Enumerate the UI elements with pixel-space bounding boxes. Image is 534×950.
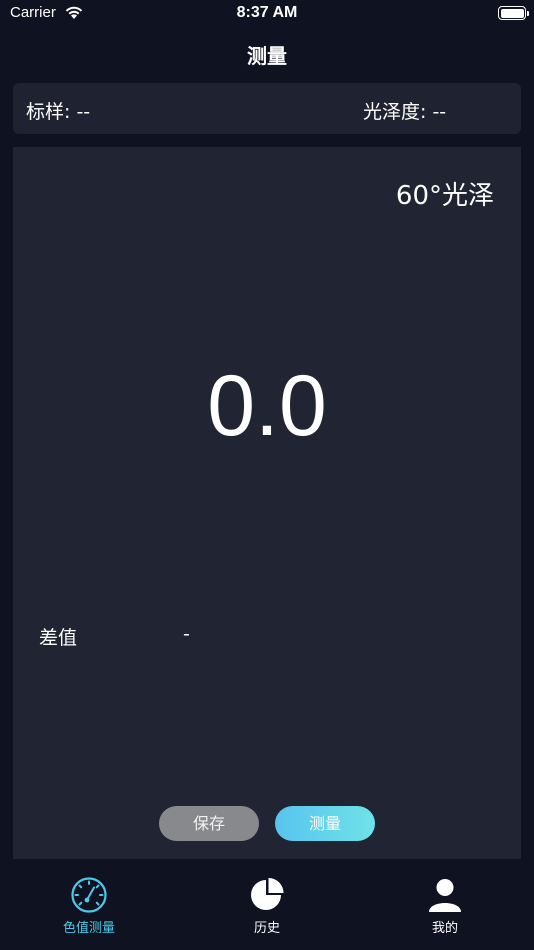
tab-history[interactable]: 历史 — [207, 876, 327, 936]
tab-label: 色值测量 — [62, 921, 115, 936]
measurement-value: 0.0 — [207, 358, 327, 454]
tab-bar: 色值测量 历史 我的 — [0, 862, 534, 950]
clock: 8:37 AM — [236, 4, 298, 21]
difference-label: 差值 — [39, 627, 78, 649]
save-button[interactable]: 保存 — [159, 806, 259, 841]
measure-button[interactable]: 测量 — [275, 806, 375, 841]
tab-label: 我的 — [431, 921, 458, 936]
page-title: 测量 — [247, 44, 287, 68]
person-icon — [429, 879, 461, 912]
sample-label: 标样: -- — [26, 101, 91, 123]
battery-icon — [498, 6, 529, 20]
tab-label: 历史 — [253, 921, 280, 936]
gauge-icon — [71, 877, 107, 913]
gloss-label: 光泽度: -- — [363, 101, 447, 123]
difference-value: - — [183, 623, 190, 645]
pie-chart-icon — [251, 878, 284, 910]
measurement-mode-label: 60°光泽 — [395, 181, 494, 211]
tab-profile[interactable]: 我的 — [385, 876, 505, 936]
measurement-panel: 60°光泽 0.0 差值 - 保存 测量 — [13, 147, 521, 859]
tab-color-measure[interactable]: 色值测量 — [29, 876, 149, 936]
status-bar: Carrier 8:37 AM — [0, 0, 534, 28]
sample-info-bar: 标样: -- 光泽度: -- — [13, 83, 521, 134]
